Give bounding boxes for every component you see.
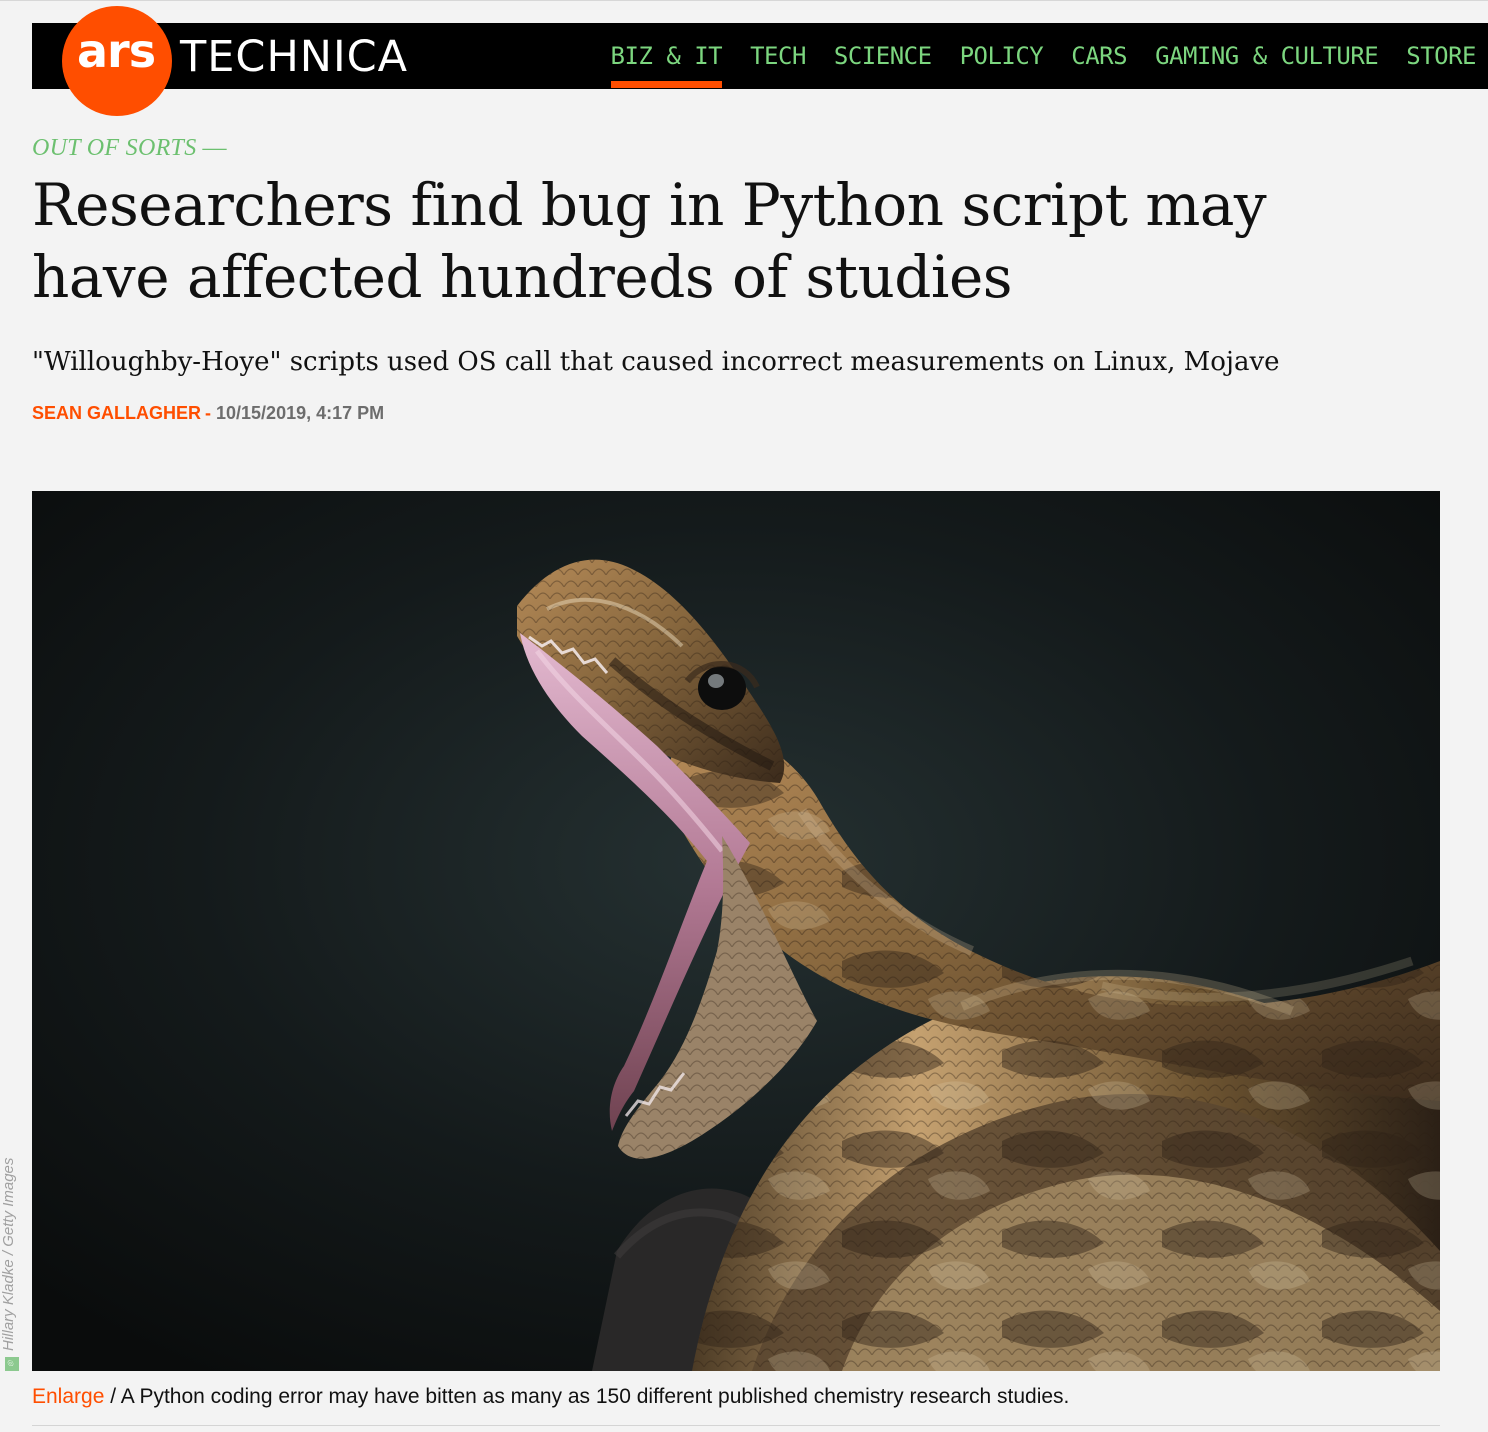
publish-date: 10/15/2019, 4:17 PM: [216, 403, 385, 423]
nav-item-store[interactable]: STORE: [1406, 44, 1476, 68]
kicker-label: OUT OF SORTS: [32, 135, 197, 161]
logo-ars-text: ars: [77, 24, 156, 78]
article-page: BIZ & IT TECH SCIENCE POLICY CARS GAMING…: [0, 0, 1488, 1432]
camera-icon: ⌾: [5, 1357, 19, 1371]
python-snake-photo: [32, 491, 1440, 1371]
article-byline: SEAN GALLAGHER -10/15/2019, 4:17 PM: [32, 401, 384, 425]
kicker-dash: —: [202, 135, 227, 161]
nav-item-science[interactable]: SCIENCE: [834, 44, 932, 68]
article-subtitle: "Willoughby-Hoye" scripts used OS call t…: [32, 347, 1280, 377]
nav-item-tech[interactable]: TECH: [750, 44, 806, 68]
image-credit-text: Hillary Kladke / Getty Images: [0, 1157, 17, 1351]
enlarge-link[interactable]: Enlarge: [32, 1385, 104, 1408]
article-title: Researchers find bug in Python script ma…: [32, 171, 1267, 311]
article-kicker: OUT OF SORTS —: [32, 135, 227, 162]
lead-image[interactable]: [32, 491, 1440, 1371]
logo-technica-text: TECHNICA: [180, 32, 409, 82]
nav-item-policy[interactable]: POLICY: [960, 44, 1044, 68]
nav-item-cars[interactable]: CARS: [1071, 44, 1127, 68]
caption-separator: /: [110, 1385, 117, 1408]
caption-divider: [32, 1425, 1440, 1426]
caption-text: A Python coding error may have bitten as…: [120, 1385, 1070, 1408]
nav-item-biz-it[interactable]: BIZ & IT: [610, 44, 723, 88]
main-navigation: BIZ & IT TECH SCIENCE POLICY CARS GAMING…: [610, 23, 1488, 89]
author-link[interactable]: SEAN GALLAGHER: [32, 403, 201, 423]
nav-item-gaming-culture[interactable]: GAMING & CULTURE: [1155, 44, 1379, 68]
image-caption: Enlarge / A Python coding error may have…: [32, 1382, 1069, 1412]
byline-separator: -: [205, 403, 212, 423]
ars-technica-logo[interactable]: ars TECHNICA: [32, 6, 412, 116]
